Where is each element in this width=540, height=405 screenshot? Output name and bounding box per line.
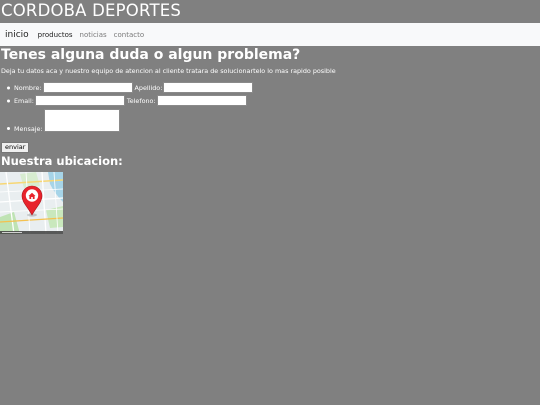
nav-link-contacto[interactable]: contacto <box>114 31 144 39</box>
nav-link-noticias[interactable]: noticias <box>80 31 107 39</box>
intro-text: Deja tu datos aca y nuestro equipo de at… <box>1 67 336 75</box>
page-title: Tenes alguna duda o algun problema? <box>1 47 301 63</box>
nav-link-productos[interactable]: productos <box>38 31 73 39</box>
mensaje-label: Mensaje: <box>14 125 43 133</box>
telefono-label: Telefono: <box>126 96 156 105</box>
nombre-input[interactable] <box>42 82 133 93</box>
telefono-input[interactable] <box>156 95 247 106</box>
email-label: Email: <box>14 96 34 105</box>
mensaje-textarea[interactable] <box>43 109 120 132</box>
apellido-label: Apellido: <box>134 83 163 92</box>
email-input[interactable] <box>34 95 125 106</box>
apellido-input[interactable] <box>163 82 254 93</box>
navbar: inicio productos noticias contacto <box>0 23 540 46</box>
contact-form: Nombre: Apellido: Email: Telefono: Mensa… <box>0 81 540 153</box>
form-row-contact: Email: Telefono: <box>7 94 540 107</box>
location-heading: Nuestra ubicacion: <box>1 154 123 168</box>
form-field-list: Nombre: Apellido: Email: Telefono: Mensa… <box>0 81 540 133</box>
nombre-label: Nombre: <box>14 83 42 92</box>
form-row-message: Mensaje: <box>7 107 540 133</box>
location-map[interactable] <box>0 172 63 234</box>
form-row-name: Nombre: Apellido: <box>7 81 540 94</box>
site-title: CORDOBA DEPORTES <box>1 1 182 20</box>
nav-brand-inicio[interactable]: inicio <box>5 30 29 40</box>
bullet-icon <box>7 127 10 130</box>
send-button[interactable]: enviar <box>1 142 30 153</box>
bullet-icon <box>7 86 10 89</box>
bullet-icon <box>7 99 10 102</box>
